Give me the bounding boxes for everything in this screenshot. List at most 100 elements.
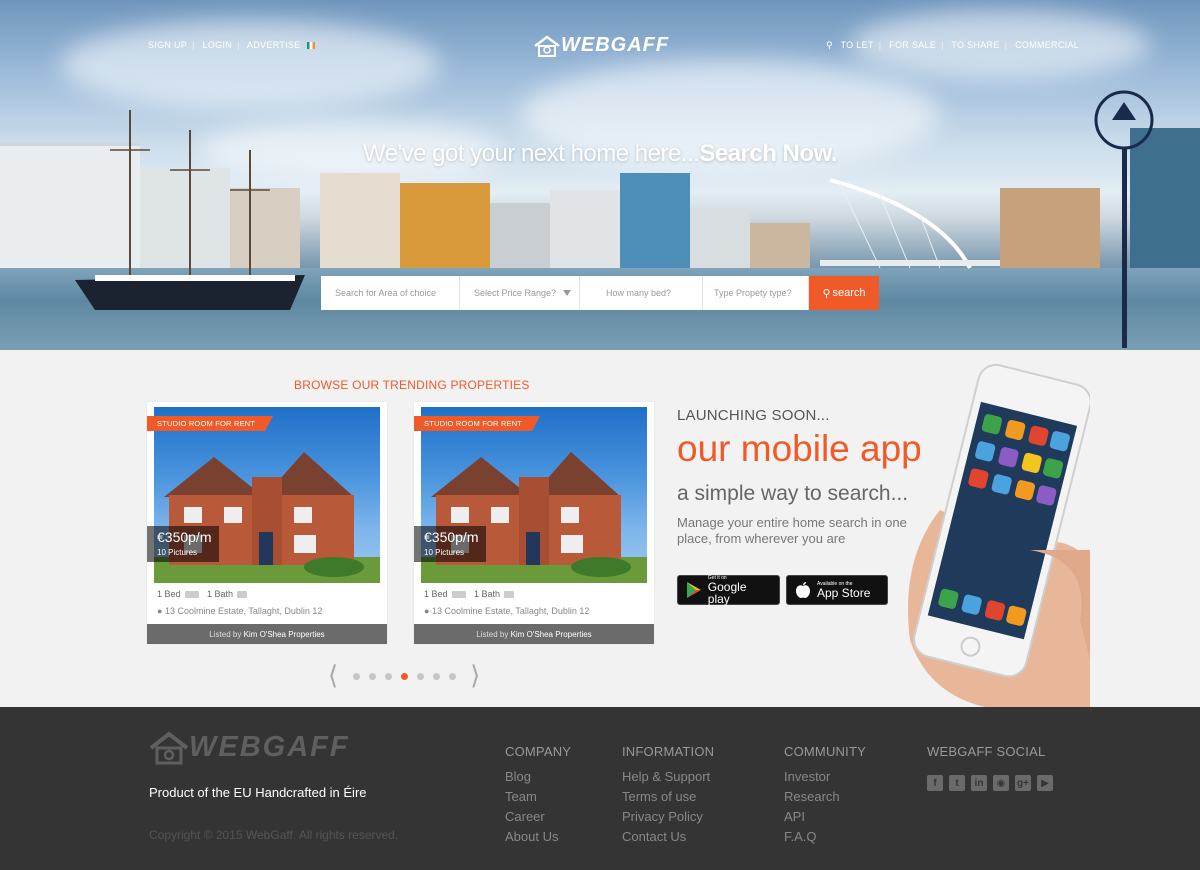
property-card[interactable]: STUDIO ROOM FOR RENT €350p/m 10 Pictures… xyxy=(147,402,387,644)
price-tag: €350p/m 10 Pictures xyxy=(147,526,219,562)
login-link[interactable]: LOGIN xyxy=(203,40,233,50)
footer-link[interactable]: Team xyxy=(505,787,571,807)
listed-by-label: Listed by xyxy=(476,630,509,639)
listing-type-ribbon: STUDIO ROOM FOR RENT xyxy=(414,416,541,431)
pager-dot[interactable] xyxy=(416,672,424,680)
bath-count: 1 Bath xyxy=(474,589,501,599)
pager-dot[interactable] xyxy=(432,672,440,680)
footer-link[interactable]: Research xyxy=(784,787,866,807)
linkedin-icon[interactable]: in xyxy=(971,775,987,791)
property-address: ● 13 Coolmine Estate, Tallaght, Dublin 1… xyxy=(157,606,322,616)
address-text: 13 Coolmine Estate, Tallaght, Dublin 12 xyxy=(164,606,323,616)
footer-link[interactable]: API xyxy=(784,807,866,827)
footer-column-title: COMPANY xyxy=(505,744,572,759)
beds-input[interactable]: How many bed? xyxy=(580,276,703,310)
pager-dot[interactable] xyxy=(384,672,392,680)
listed-by-bar: Listed by Kim O'Shea Properties xyxy=(147,624,387,644)
agency-link[interactable]: Kim O'Shea Properties xyxy=(244,630,325,639)
google-plus-icon[interactable]: g+ xyxy=(1015,775,1031,791)
price-tag: €350p/m 10 Pictures xyxy=(414,526,486,562)
building xyxy=(690,208,750,268)
google-play-big: Google play xyxy=(707,580,747,606)
property-address: ● 13 Coolmine Estate, Tallaght, Dublin 1… xyxy=(424,606,589,616)
pager-dot[interactable] xyxy=(368,672,376,680)
footer-tagline: Product of the EU Handcrafted in Éire xyxy=(149,785,367,800)
bed-icon xyxy=(184,591,199,599)
footer-link[interactable]: F.A.Q xyxy=(784,827,866,847)
pager-dot[interactable] xyxy=(352,672,360,680)
bed-icon xyxy=(451,591,466,599)
footer-link[interactable]: Investor xyxy=(784,767,866,787)
listed-by-label: Listed by xyxy=(209,630,242,639)
house-logo-icon xyxy=(534,35,560,57)
search-button-label: search xyxy=(832,287,866,299)
twitter-icon[interactable]: t xyxy=(949,775,965,791)
location-pin-icon: ● xyxy=(424,606,430,616)
search-button[interactable]: ⚲ search xyxy=(809,276,879,310)
app-subtitle: a simple way to search... xyxy=(677,482,909,505)
pager-dot[interactable] xyxy=(448,672,456,680)
search-icon: ⚲ xyxy=(822,287,831,300)
picture-count: 10 Pictures xyxy=(424,548,465,557)
chevron-right-icon[interactable]: ⟩ xyxy=(470,663,480,689)
price-value: €350p/m xyxy=(424,529,479,545)
to-share-link[interactable]: TO SHARE xyxy=(951,40,999,50)
app-launch-label: LAUNCHING SOON... xyxy=(677,407,830,424)
address-text: 13 Coolmine Estate, Tallaght, Dublin 12 xyxy=(431,606,590,616)
headline-text: We've got your next home here... xyxy=(363,140,700,167)
footer-column-company: COMPANY Blog Team Career About Us xyxy=(505,744,571,847)
footer-column-community: COMMUNITY Investor Research API F.A.Q xyxy=(784,744,866,847)
logo-text: WEBGAFF xyxy=(561,34,670,56)
agency-link[interactable]: Kim O'Shea Properties xyxy=(511,630,592,639)
footer-link[interactable]: Privacy Policy xyxy=(622,807,714,827)
bed-count: 1 Bed xyxy=(424,589,448,599)
google-play-button[interactable]: Get it on Google play xyxy=(677,575,780,605)
building xyxy=(400,183,490,268)
commercial-link[interactable]: COMMERCIAL xyxy=(1015,40,1079,50)
price-select[interactable]: Select Price Range? xyxy=(460,276,580,310)
for-sale-link[interactable]: FOR SALE xyxy=(889,40,936,50)
instagram-icon[interactable]: ◉ xyxy=(993,775,1009,791)
footer-link[interactable]: Career xyxy=(505,807,571,827)
footer-link[interactable]: Help & Support xyxy=(622,767,714,787)
footer-link[interactable]: About Us xyxy=(505,827,571,847)
signup-link[interactable]: SIGN UP xyxy=(148,40,187,50)
social-icons: f t in ◉ g+ ▶ xyxy=(927,775,1059,791)
headline-cta: Search Now. xyxy=(699,140,837,167)
trending-title: BROWSE OUR TRENDING PROPERTIES xyxy=(294,378,530,392)
footer-logo-text: WEBGAFF xyxy=(189,731,350,763)
footer-column-title: COMMUNITY xyxy=(784,744,866,759)
to-let-link[interactable]: TO LET xyxy=(841,40,874,50)
listing-type-ribbon: STUDIO ROOM FOR RENT xyxy=(147,416,274,431)
room-info: 1 Bed 1 Bath xyxy=(157,589,253,599)
content-section: BROWSE OUR TRENDING PROPERTIES STUDIO RO… xyxy=(0,350,1200,710)
location-pin-icon: ● xyxy=(157,606,163,616)
search-icon[interactable]: ⚲ xyxy=(826,40,833,50)
chevron-left-icon[interactable]: ⟨ xyxy=(328,663,338,689)
footer-link[interactable]: Blog xyxy=(505,767,571,787)
pager-dots xyxy=(348,672,460,680)
app-store-button[interactable]: Available on the App Store xyxy=(786,575,888,605)
youtube-icon[interactable]: ▶ xyxy=(1037,775,1053,791)
tall-ship xyxy=(75,275,305,310)
app-store-big: App Store xyxy=(817,586,871,600)
copyright: Copyright © 2015 WebGaff. All rights res… xyxy=(149,828,399,842)
property-card[interactable]: STUDIO ROOM FOR RENT €350p/m 10 Pictures… xyxy=(414,402,654,644)
facebook-icon[interactable]: f xyxy=(927,775,943,791)
footer-link[interactable]: Terms of use xyxy=(622,787,714,807)
carousel-pager: ⟨ ⟩ xyxy=(318,663,490,689)
pager-dot[interactable] xyxy=(400,672,408,680)
advertise-link[interactable]: ADVERTISE xyxy=(247,40,301,50)
footer-link[interactable]: Contact Us xyxy=(622,827,714,847)
type-input[interactable]: Type Propety type? xyxy=(703,276,809,310)
street-lamp xyxy=(1094,90,1154,348)
bath-icon xyxy=(237,591,248,599)
ship-masts xyxy=(110,110,270,275)
footer-column-title: WEBGAFF SOCIAL xyxy=(927,744,1046,759)
footer-logo[interactable]: WEBGAFF xyxy=(149,731,350,765)
site-logo[interactable]: WEBGAFF xyxy=(533,34,669,57)
ireland-flag-icon xyxy=(307,42,316,50)
phone-in-hand-image xyxy=(908,363,1090,710)
price-value: €350p/m xyxy=(157,529,212,545)
area-input[interactable]: Search for Area of choice xyxy=(321,276,460,310)
